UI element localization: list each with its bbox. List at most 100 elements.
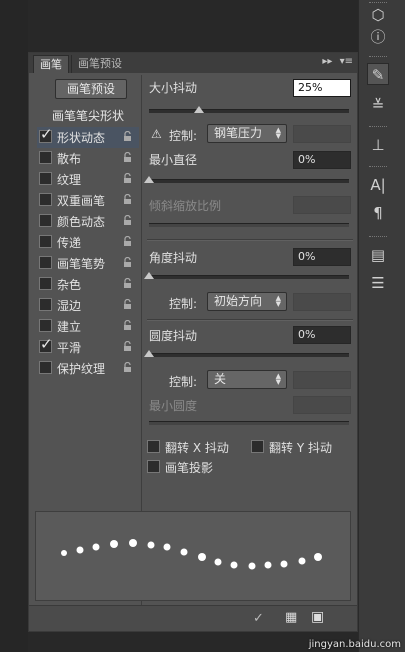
- size-jitter-slider[interactable]: [149, 109, 349, 113]
- toolbar-grip: [369, 56, 387, 60]
- list-item[interactable]: 纹理: [37, 169, 139, 190]
- brush-projection-label: 画笔投影: [165, 461, 214, 475]
- tilt-scale-input: [293, 196, 351, 214]
- roundness-jitter-thumb[interactable]: [144, 350, 154, 357]
- cube-icon[interactable]: ⬡: [367, 4, 389, 26]
- list-item-checkbox[interactable]: [39, 361, 52, 374]
- tilt-scale-label: 倾斜缩放比例: [149, 199, 222, 213]
- watermark: jingyan.baidu.com: [308, 639, 401, 650]
- control1-label: 控制:: [169, 129, 198, 143]
- angle-jitter-input[interactable]: 0%: [293, 248, 351, 266]
- list-item-checkbox[interactable]: [39, 151, 52, 164]
- min-roundness-slider: [149, 421, 349, 425]
- double-arrow-icon[interactable]: ▸▸: [322, 56, 332, 67]
- list-item-brush-tip-shape[interactable]: 画笔笔尖形状: [37, 107, 139, 125]
- control2-aux-field: [293, 293, 351, 311]
- min-diameter-slider[interactable]: [149, 179, 349, 183]
- lock-icon[interactable]: [123, 131, 132, 142]
- lock-icon[interactable]: [123, 320, 132, 331]
- min-diameter-thumb[interactable]: [144, 176, 154, 183]
- roundness-jitter-slider[interactable]: [149, 353, 349, 357]
- stroke-dot: [163, 543, 171, 551]
- menu-icon[interactable]: ▾≡: [340, 56, 353, 67]
- lock-icon[interactable]: [123, 236, 132, 247]
- list-item[interactable]: 双重画笔: [37, 190, 139, 211]
- list-item[interactable]: 湿边: [37, 295, 139, 316]
- lock-icon[interactable]: [123, 152, 132, 163]
- tab-brush[interactable]: 画笔: [33, 55, 69, 73]
- angle-jitter-slider[interactable]: [149, 275, 349, 279]
- list-item-label: 形状动态: [57, 131, 106, 145]
- lock-icon[interactable]: [123, 173, 132, 184]
- list-item[interactable]: 保护纹理: [37, 358, 139, 379]
- brush-projection-checkbox[interactable]: [147, 460, 160, 473]
- control3-label: 控制:: [169, 375, 198, 389]
- lock-icon[interactable]: [123, 278, 132, 289]
- grid-icon[interactable]: ▦: [285, 610, 297, 625]
- list-item[interactable]: 传递: [37, 232, 139, 253]
- lock-icon[interactable]: [123, 215, 132, 226]
- size-jitter-input[interactable]: 25%: [293, 79, 351, 97]
- list-item[interactable]: ✓ 形状动态: [37, 125, 139, 148]
- tab-brush-presets[interactable]: 画笔预设: [71, 55, 128, 73]
- list-item-checkbox[interactable]: [39, 277, 52, 290]
- control1-select[interactable]: 钢笔压力 ▲ ▼: [207, 124, 287, 143]
- angle-jitter-thumb[interactable]: [144, 272, 154, 279]
- control1-value: 钢笔压力: [214, 126, 263, 140]
- control3-select[interactable]: 关 ▲ ▼: [207, 370, 287, 389]
- roundness-jitter-input[interactable]: 0%: [293, 326, 351, 344]
- text-icon[interactable]: A|: [367, 174, 389, 196]
- list-item-checkbox[interactable]: [39, 235, 52, 248]
- list-item-checkbox[interactable]: [39, 256, 52, 269]
- stroke-dot: [61, 550, 67, 556]
- brush-icon[interactable]: ✎: [367, 63, 389, 85]
- control1-aux-field: [293, 125, 351, 143]
- panel-tabbar: 画笔 画笔预设 ▸▸ ▾≡: [29, 53, 357, 73]
- min-diameter-label: 最小直径: [149, 153, 198, 167]
- new-preset-icon[interactable]: ▣: [311, 609, 324, 625]
- list-item-label: 平滑: [57, 341, 82, 355]
- list-item[interactable]: 建立: [37, 316, 139, 337]
- document-icon[interactable]: ☰: [367, 272, 389, 294]
- list-item-checkbox[interactable]: [39, 298, 52, 311]
- control2-value: 初始方向: [214, 294, 263, 308]
- list-item-checkbox[interactable]: ✓: [39, 335, 53, 353]
- size-jitter-label: 大小抖动: [149, 81, 198, 95]
- size-jitter-thumb[interactable]: [194, 106, 204, 113]
- list-item-checkbox[interactable]: [39, 319, 52, 332]
- brush-settings-icon[interactable]: ✓: [253, 611, 264, 626]
- stroke-dot: [314, 553, 322, 561]
- flip-x-checkbox[interactable]: [147, 440, 160, 453]
- list-item[interactable]: 散布: [37, 148, 139, 169]
- list-item-checkbox[interactable]: [39, 193, 52, 206]
- info-icon[interactable]: ⓘ: [367, 26, 389, 48]
- list-item-label: 杂色: [57, 278, 82, 292]
- lock-icon[interactable]: [123, 257, 132, 268]
- min-diameter-input[interactable]: 0%: [293, 151, 351, 169]
- lock-icon[interactable]: [123, 341, 132, 352]
- brush-presets-button[interactable]: 画笔预设: [55, 79, 127, 99]
- stroke-dot: [76, 546, 84, 554]
- list-item-checkbox[interactable]: [39, 172, 52, 185]
- list-item[interactable]: 颜色动态: [37, 211, 139, 232]
- list-item-label: 湿边: [57, 299, 82, 313]
- list-item[interactable]: ✓ 平滑: [37, 335, 139, 358]
- lock-icon[interactable]: [123, 299, 132, 310]
- list-item-label: 传递: [57, 236, 82, 250]
- stamp-icon[interactable]: ⊥: [367, 134, 389, 156]
- brush-panel: 画笔 画笔预设 ▸▸ ▾≡ 画笔预设 画笔笔尖形状 ✓ 形状动态散布 纹理 双重画笔颜…: [28, 52, 358, 632]
- separator: [147, 319, 353, 321]
- adjust-icon[interactable]: ≚: [367, 94, 389, 116]
- lock-icon[interactable]: [123, 194, 132, 205]
- list-item[interactable]: 画笔笔势: [37, 253, 139, 274]
- toolbar-grip: [369, 236, 387, 240]
- control2-select[interactable]: 初始方向 ▲ ▼: [207, 292, 287, 311]
- list-item[interactable]: 杂色: [37, 274, 139, 295]
- paragraph-icon[interactable]: ¶: [367, 202, 389, 224]
- list-item-checkbox[interactable]: ✓: [39, 125, 53, 143]
- list-item-checkbox[interactable]: [39, 214, 52, 227]
- flip-y-checkbox[interactable]: [251, 440, 264, 453]
- updown-icon: ▲ ▼: [275, 372, 281, 386]
- book-icon[interactable]: ▤: [367, 244, 389, 266]
- lock-icon[interactable]: [123, 362, 132, 373]
